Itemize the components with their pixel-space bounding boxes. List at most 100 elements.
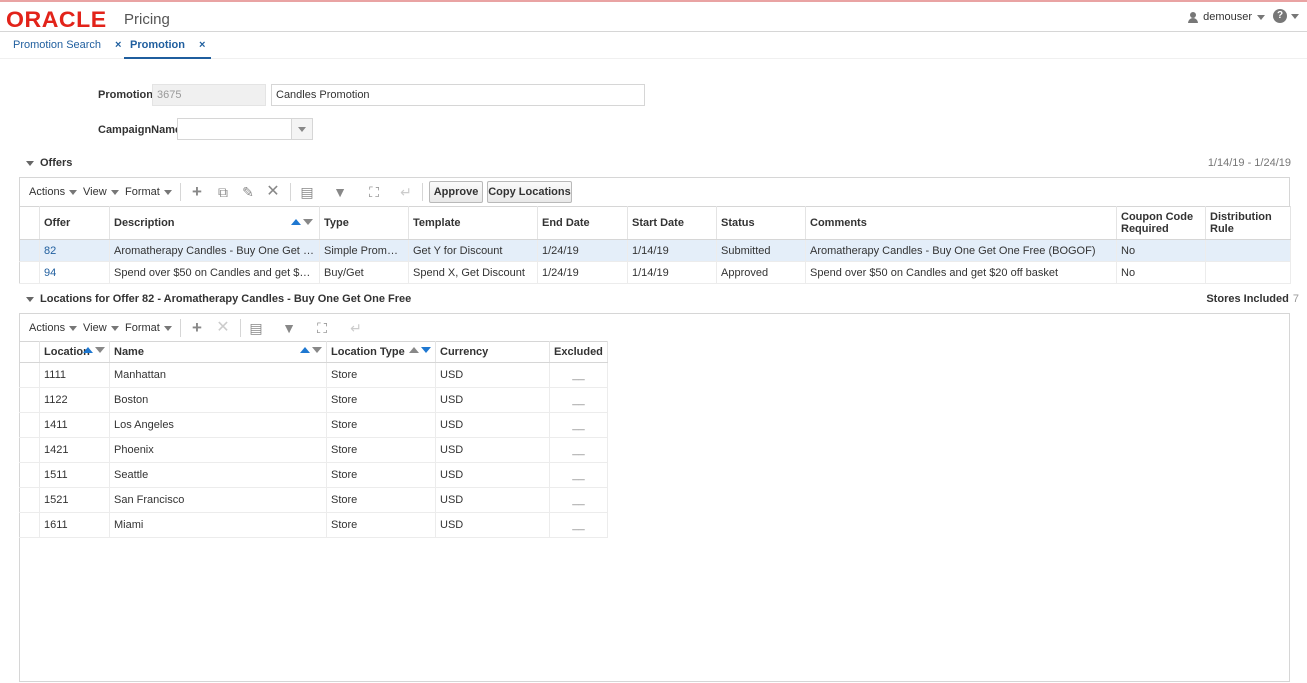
column-header-offer[interactable]: Offer xyxy=(39,206,110,240)
column-header-start-date[interactable]: Start Date xyxy=(627,206,717,240)
close-icon[interactable]: × xyxy=(199,39,205,51)
table-row[interactable]: 1421 Phoenix Store USD __ xyxy=(19,437,608,463)
column-header-location[interactable]: Location xyxy=(39,341,110,363)
offer-link[interactable]: 94 xyxy=(39,261,110,284)
excluded-checkbox[interactable]: __ xyxy=(549,462,608,488)
column-header-type[interactable]: Type xyxy=(319,206,409,240)
table-row[interactable]: 1111 Manhattan Store USD __ xyxy=(19,362,608,388)
column-label: Location Type xyxy=(331,346,405,358)
column-header-status[interactable]: Status xyxy=(716,206,806,240)
user-menu[interactable]: demouser xyxy=(1188,11,1265,23)
copy-locations-button[interactable]: Copy Locations xyxy=(487,181,572,203)
chevron-down-icon xyxy=(69,189,78,195)
offers-title: Offers xyxy=(40,157,73,169)
format-menu[interactable]: Format xyxy=(125,322,172,334)
locations-section-header[interactable]: Locations for Offer 82 - Aromatherapy Ca… xyxy=(26,293,411,305)
distribution-cell xyxy=(1205,261,1291,284)
locations-toolbar: Actions View Format + ✕ ▤ ▼ ⛶ ↵ xyxy=(19,313,1290,342)
distribution-cell xyxy=(1205,239,1291,262)
column-header-description[interactable]: Description xyxy=(109,206,320,240)
offer-link[interactable]: 82 xyxy=(39,239,110,262)
campaign-name-select[interactable] xyxy=(177,118,292,140)
name-cell: Manhattan xyxy=(109,362,327,388)
excluded-checkbox[interactable]: __ xyxy=(549,412,608,438)
chevron-down-icon xyxy=(1291,13,1299,19)
type-cell: Buy/Get xyxy=(319,261,409,284)
user-name: demouser xyxy=(1203,11,1252,23)
help-menu[interactable]: ? xyxy=(1273,9,1299,23)
column-header-end-date[interactable]: End Date xyxy=(537,206,628,240)
approve-button[interactable]: Approve xyxy=(429,181,483,203)
offers-section-header[interactable]: Offers xyxy=(26,157,72,169)
sort-icons[interactable] xyxy=(409,347,431,353)
location-cell: 1411 xyxy=(39,412,110,438)
tab-promotion[interactable]: Promotion × xyxy=(124,39,212,59)
detach-icon[interactable]: ⛶ xyxy=(366,184,382,200)
tab-promotion-search[interactable]: Promotion Search × xyxy=(13,39,121,59)
view-menu[interactable]: View xyxy=(83,186,119,198)
format-menu[interactable]: Format xyxy=(125,186,172,198)
column-header-comments[interactable]: Comments xyxy=(805,206,1117,240)
help-icon: ? xyxy=(1273,9,1287,23)
view-menu[interactable]: View xyxy=(83,322,119,334)
chevron-down-icon xyxy=(110,189,119,195)
comments-cell: Aromatherapy Candles - Buy One Get One F… xyxy=(805,239,1117,262)
column-label: Name xyxy=(114,346,144,358)
chevron-down-icon xyxy=(1257,14,1265,20)
column-header-name[interactable]: Name xyxy=(109,341,327,363)
toolbar-separator xyxy=(290,183,291,201)
app-name: Pricing xyxy=(124,11,170,28)
campaign-dropdown-button[interactable] xyxy=(291,118,313,140)
add-icon[interactable]: + xyxy=(189,319,205,336)
table-row[interactable]: 1611 Miami Store USD __ xyxy=(19,512,608,538)
table-row[interactable]: 94 Spend over $50 on Candles and get $20… xyxy=(19,261,1291,284)
sort-ascending-icon xyxy=(300,347,310,353)
collapse-icon xyxy=(26,296,34,302)
column-header-excluded[interactable]: Excluded xyxy=(549,341,608,363)
edit-icon[interactable]: ✎ xyxy=(240,184,256,200)
promotion-label: Promotion xyxy=(98,89,153,101)
add-icon[interactable]: + xyxy=(189,183,205,200)
excluded-checkbox[interactable]: __ xyxy=(549,512,608,538)
columns-icon[interactable]: ▤ xyxy=(248,320,264,336)
column-header-coupon-code-required[interactable]: Coupon Code Required xyxy=(1116,206,1206,240)
delete-icon[interactable]: ✕ xyxy=(265,184,281,200)
table-row[interactable]: 82 Aromatherapy Candles - Buy One Get On… xyxy=(19,239,1291,262)
column-header-currency[interactable]: Currency xyxy=(435,341,550,363)
row-header xyxy=(19,261,40,284)
duplicate-icon[interactable]: ⧉ xyxy=(215,184,231,200)
view-label: View xyxy=(83,322,107,334)
offers-toolbar: Actions View Format + ⧉ ✎ ✕ ▤ ▼ ⛶ ↵ Appr… xyxy=(19,177,1290,206)
close-icon[interactable]: × xyxy=(115,39,121,51)
currency-cell: USD xyxy=(435,462,550,488)
table-row[interactable]: 1411 Los Angeles Store USD __ xyxy=(19,412,608,438)
excluded-checkbox[interactable]: __ xyxy=(549,487,608,513)
excluded-checkbox[interactable]: __ xyxy=(549,387,608,413)
oracle-logo: ORACLE xyxy=(6,7,107,32)
user-icon xyxy=(1188,11,1199,23)
actions-menu[interactable]: Actions xyxy=(29,322,78,334)
columns-icon[interactable]: ▤ xyxy=(299,184,315,200)
table-row[interactable]: 1122 Boston Store USD __ xyxy=(19,387,608,413)
app-header: ORACLE Pricing demouser ? xyxy=(0,2,1307,32)
excluded-checkbox[interactable]: __ xyxy=(549,362,608,388)
table-row[interactable]: 1521 San Francisco Store USD __ xyxy=(19,487,608,513)
filter-icon[interactable]: ▼ xyxy=(332,184,348,200)
column-header-template[interactable]: Template xyxy=(408,206,538,240)
currency-cell: USD xyxy=(435,412,550,438)
column-header-location-type[interactable]: Location Type xyxy=(326,341,436,363)
sort-icons[interactable] xyxy=(300,347,322,353)
detach-icon[interactable]: ⛶ xyxy=(314,320,330,336)
column-header-distribution-rule[interactable]: Distribution Rule xyxy=(1205,206,1291,240)
chevron-down-icon xyxy=(163,325,172,331)
excluded-checkbox[interactable]: __ xyxy=(549,437,608,463)
sort-icons[interactable] xyxy=(291,219,313,225)
sort-icons[interactable] xyxy=(83,347,105,353)
collapse-icon xyxy=(26,160,34,166)
filter-icon[interactable]: ▼ xyxy=(281,320,297,336)
tab-label: Promotion Search xyxy=(13,39,102,51)
table-row[interactable]: 1511 Seattle Store USD __ xyxy=(19,462,608,488)
actions-menu[interactable]: Actions xyxy=(29,186,78,198)
comments-cell: Spend over $50 on Candles and get $20 of… xyxy=(805,261,1117,284)
promotion-name-field[interactable]: Candles Promotion xyxy=(271,84,645,106)
